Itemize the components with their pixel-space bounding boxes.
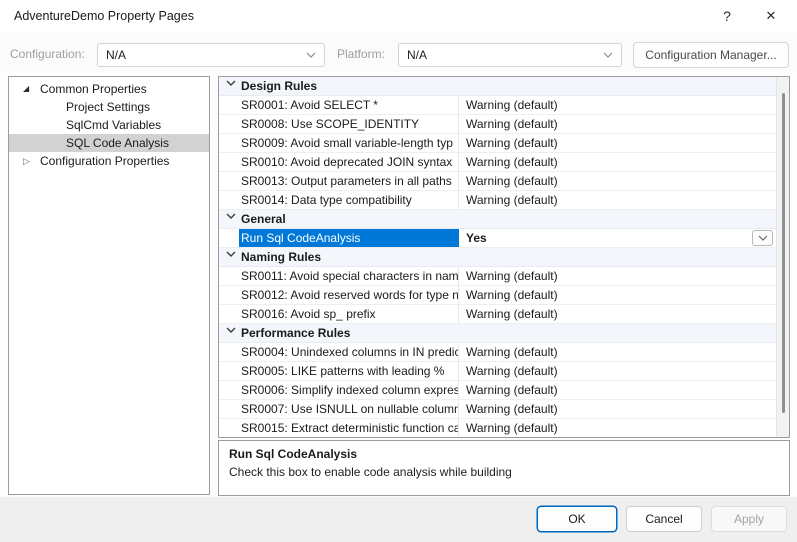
section-collapse-icon[interactable] xyxy=(226,327,236,333)
run-sql-codeanalysis-value[interactable]: Yes xyxy=(460,229,776,247)
titlebar: AdventureDemo Property Pages ? ✕ xyxy=(0,0,797,32)
apply-button: Apply xyxy=(711,506,787,532)
rule-row[interactable]: SR0010: Avoid deprecated JOIN syntax War… xyxy=(219,153,776,172)
configuration-bar: Configuration: N/A Platform: N/A Configu… xyxy=(0,38,797,72)
sidebar-item-sql-code-analysis[interactable]: SQL Code Analysis xyxy=(9,134,209,152)
description-title: Run Sql CodeAnalysis xyxy=(229,447,779,461)
platform-value: N/A xyxy=(407,48,427,62)
close-icon: ✕ xyxy=(766,8,777,23)
section-collapse-icon[interactable] xyxy=(226,80,236,86)
rule-row[interactable]: SR0013: Output parameters in all paths W… xyxy=(219,172,776,191)
rule-row[interactable]: SR0014: Data type compatibility Warning … xyxy=(219,191,776,210)
configuration-manager-button[interactable]: Configuration Manager... xyxy=(633,42,789,68)
footer: OK Cancel Apply xyxy=(0,497,797,542)
cancel-button[interactable]: Cancel xyxy=(626,506,702,532)
property-pages-dialog: AdventureDemo Property Pages ? ✕ Configu… xyxy=(0,0,797,542)
section-design-rules[interactable]: Design Rules xyxy=(219,77,776,96)
grid-scrollbar[interactable] xyxy=(776,77,789,437)
chevron-down-icon xyxy=(603,52,613,58)
section-collapse-icon[interactable] xyxy=(226,213,236,219)
section-collapse-icon[interactable] xyxy=(226,251,236,257)
rule-row[interactable]: SR0015: Extract deterministic function c… xyxy=(219,419,776,437)
configuration-label: Configuration: xyxy=(10,47,85,61)
rule-row[interactable]: SR0012: Avoid reserved words for type n … xyxy=(219,286,776,305)
section-naming-rules[interactable]: Naming Rules xyxy=(219,248,776,267)
rule-row-run-sql-codeanalysis[interactable]: Run Sql CodeAnalysis Yes xyxy=(219,229,776,248)
window-title: AdventureDemo Property Pages xyxy=(14,0,194,32)
close-button[interactable]: ✕ xyxy=(753,0,789,32)
description-text: Check this box to enable code analysis w… xyxy=(229,465,779,479)
pages-tree: ◢ Common Properties Project Settings Sql… xyxy=(8,76,210,495)
platform-label: Platform: xyxy=(337,47,385,61)
sidebar-item-configuration-properties[interactable]: ▷ Configuration Properties xyxy=(9,152,209,170)
configuration-dropdown[interactable]: N/A xyxy=(97,43,325,67)
ok-button[interactable]: OK xyxy=(537,506,617,532)
sidebar-item-common-properties[interactable]: ◢ Common Properties xyxy=(9,80,209,98)
section-general[interactable]: General xyxy=(219,210,776,229)
sidebar-item-sqlcmd-variables[interactable]: SqlCmd Variables xyxy=(9,116,209,134)
rule-row[interactable]: SR0001: Avoid SELECT * Warning (default) xyxy=(219,96,776,115)
rule-row[interactable]: SR0009: Avoid small variable-length typ … xyxy=(219,134,776,153)
chevron-down-icon xyxy=(306,52,316,58)
section-performance-rules[interactable]: Performance Rules xyxy=(219,324,776,343)
scrollbar-thumb[interactable] xyxy=(782,93,785,413)
rule-row[interactable]: SR0004: Unindexed columns in IN predic W… xyxy=(219,343,776,362)
value-dropdown-button[interactable] xyxy=(752,230,773,246)
rule-row[interactable]: SR0011: Avoid special characters in nam … xyxy=(219,267,776,286)
rule-row[interactable]: SR0016: Avoid sp_ prefix Warning (defaul… xyxy=(219,305,776,324)
grid-rows: Design Rules SR0001: Avoid SELECT * Warn… xyxy=(219,77,776,437)
tree-collapsed-icon[interactable]: ▷ xyxy=(23,152,35,170)
tree-expanded-icon[interactable]: ◢ xyxy=(23,80,35,98)
help-icon: ? xyxy=(723,8,731,24)
rule-row[interactable]: SR0008: Use SCOPE_IDENTITY Warning (defa… xyxy=(219,115,776,134)
configuration-value: N/A xyxy=(106,48,126,62)
rule-row[interactable]: SR0006: Simplify indexed column expres W… xyxy=(219,381,776,400)
platform-dropdown[interactable]: N/A xyxy=(398,43,622,67)
rules-property-grid: Design Rules SR0001: Avoid SELECT * Warn… xyxy=(218,76,790,438)
rule-row[interactable]: SR0007: Use ISNULL on nullable column Wa… xyxy=(219,400,776,419)
help-button[interactable]: ? xyxy=(709,0,745,32)
sidebar-item-project-settings[interactable]: Project Settings xyxy=(9,98,209,116)
rule-row[interactable]: SR0005: LIKE patterns with leading % War… xyxy=(219,362,776,381)
description-panel: Run Sql CodeAnalysis Check this box to e… xyxy=(218,440,790,496)
